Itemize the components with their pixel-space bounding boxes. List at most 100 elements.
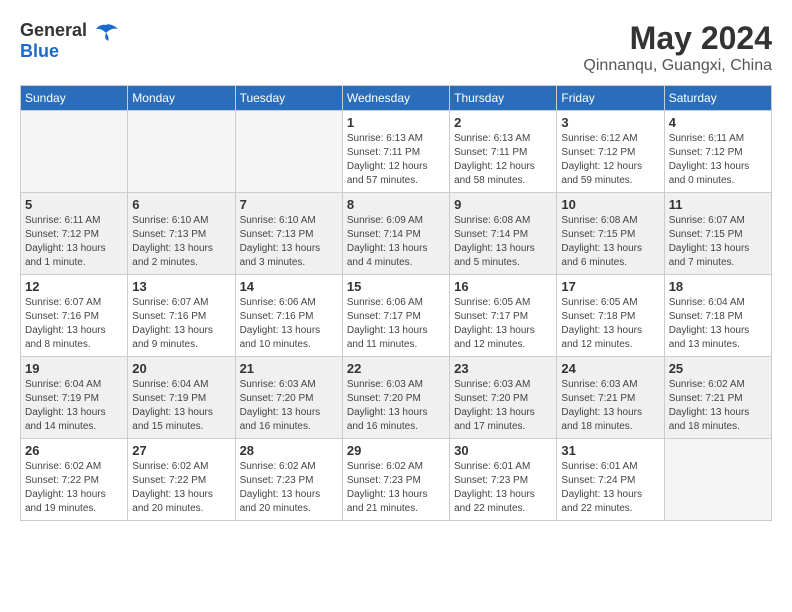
calendar-week-row: 26 Sunrise: 6:02 AM Sunset: 7:22 PM Dayli… [21,439,772,521]
table-row: 18Sunrise: 6:04 AM Sunset: 7:18 PM Dayli… [664,275,771,357]
day-info: Sunrise: 6:06 AM Sunset: 7:17 PM Dayligh… [347,296,445,352]
header-wednesday: Wednesday [342,86,449,111]
calendar-table: Sunday Monday Tuesday Wednesday Thursday… [20,85,772,521]
table-row: 30Sunrise: 6:01 AM Sunset: 7:23 PM Dayli… [450,439,557,521]
day-info: Sunrise: 6:01 AM Sunset: 7:24 PM Dayligh… [561,460,659,516]
day-info: Sunrise: 6:05 AM Sunset: 7:18 PM Dayligh… [561,296,659,352]
day-number: 7 [240,197,338,212]
day-info: Sunrise: 6:02 AM Sunset: 7:21 PM Dayligh… [669,378,767,434]
day-number: 15 [347,279,445,294]
logo-bird-icon [92,23,120,41]
table-row: 5 Sunrise: 6:11 AM Sunset: 7:12 PM Daylig… [21,193,128,275]
day-info: Sunrise: 6:10 AM Sunset: 7:13 PM Dayligh… [132,214,230,270]
day-info: Sunrise: 6:09 AM Sunset: 7:14 PM Dayligh… [347,214,445,270]
day-info: Sunrise: 6:07 AM Sunset: 7:16 PM Dayligh… [132,296,230,352]
day-info: Sunrise: 6:02 AM Sunset: 7:22 PM Dayligh… [132,460,230,516]
day-info: Sunrise: 6:08 AM Sunset: 7:15 PM Dayligh… [561,214,659,270]
month-title: May 2024 [583,20,772,57]
day-info: Sunrise: 6:02 AM Sunset: 7:22 PM Dayligh… [25,460,123,516]
table-row: 7 Sunrise: 6:10 AM Sunset: 7:13 PM Daylig… [235,193,342,275]
day-number: 12 [25,279,123,294]
day-number: 11 [669,197,767,212]
day-number: 13 [132,279,230,294]
day-number: 29 [347,443,445,458]
day-info: Sunrise: 6:10 AM Sunset: 7:13 PM Dayligh… [240,214,338,270]
table-row: 16Sunrise: 6:05 AM Sunset: 7:17 PM Dayli… [450,275,557,357]
day-info: Sunrise: 6:06 AM Sunset: 7:16 PM Dayligh… [240,296,338,352]
table-row [21,111,128,193]
header-thursday: Thursday [450,86,557,111]
table-row: 26 Sunrise: 6:02 AM Sunset: 7:22 PM Dayli… [21,439,128,521]
location: Qinnanqu, Guangxi, China [583,57,772,75]
table-row: 1 Sunrise: 6:13 AM Sunset: 7:11 PM Daylig… [342,111,449,193]
table-row: 2Sunrise: 6:13 AM Sunset: 7:11 PM Daylig… [450,111,557,193]
day-number: 22 [347,361,445,376]
day-number: 20 [132,361,230,376]
table-row: 19Sunrise: 6:04 AM Sunset: 7:19 PM Dayli… [21,357,128,439]
table-row: 17Sunrise: 6:05 AM Sunset: 7:18 PM Dayli… [557,275,664,357]
table-row: 6 Sunrise: 6:10 AM Sunset: 7:13 PM Daylig… [128,193,235,275]
table-row: 11 Sunrise: 6:07 AM Sunset: 7:15 PM Dayli… [664,193,771,275]
day-info: Sunrise: 6:02 AM Sunset: 7:23 PM Dayligh… [240,460,338,516]
day-info: Sunrise: 6:11 AM Sunset: 7:12 PM Dayligh… [25,214,123,270]
header-saturday: Saturday [664,86,771,111]
header-tuesday: Tuesday [235,86,342,111]
table-row [235,111,342,193]
calendar-week-row: 5 Sunrise: 6:11 AM Sunset: 7:12 PM Daylig… [21,193,772,275]
day-number: 21 [240,361,338,376]
day-info: Sunrise: 6:07 AM Sunset: 7:16 PM Dayligh… [25,296,123,352]
logo: General Blue [20,20,124,62]
calendar-week-row: 1 Sunrise: 6:13 AM Sunset: 7:11 PM Daylig… [21,111,772,193]
table-row: 14 Sunrise: 6:06 AM Sunset: 7:16 PM Dayli… [235,275,342,357]
day-info: Sunrise: 6:08 AM Sunset: 7:14 PM Dayligh… [454,214,552,270]
day-number: 5 [25,197,123,212]
table-row: 4Sunrise: 6:11 AM Sunset: 7:12 PM Daylig… [664,111,771,193]
table-row: 12 Sunrise: 6:07 AM Sunset: 7:16 PM Dayli… [21,275,128,357]
logo-blue-text: Blue [20,41,59,61]
logo-general-text: General [20,20,87,40]
table-row: 10 Sunrise: 6:08 AM Sunset: 7:15 PM Dayli… [557,193,664,275]
day-info: Sunrise: 6:04 AM Sunset: 7:19 PM Dayligh… [25,378,123,434]
day-number: 3 [561,115,659,130]
title-block: May 2024 Qinnanqu, Guangxi, China [583,20,772,75]
day-info: Sunrise: 6:03 AM Sunset: 7:20 PM Dayligh… [347,378,445,434]
table-row [128,111,235,193]
table-row: 29 Sunrise: 6:02 AM Sunset: 7:23 PM Dayli… [342,439,449,521]
day-number: 14 [240,279,338,294]
day-info: Sunrise: 6:01 AM Sunset: 7:23 PM Dayligh… [454,460,552,516]
day-number: 1 [347,115,445,130]
day-info: Sunrise: 6:13 AM Sunset: 7:11 PM Dayligh… [347,132,445,188]
day-info: Sunrise: 6:03 AM Sunset: 7:21 PM Dayligh… [561,378,659,434]
day-number: 26 [25,443,123,458]
table-row: 15 Sunrise: 6:06 AM Sunset: 7:17 PM Dayli… [342,275,449,357]
day-info: Sunrise: 6:05 AM Sunset: 7:17 PM Dayligh… [454,296,552,352]
table-row: 22 Sunrise: 6:03 AM Sunset: 7:20 PM Dayli… [342,357,449,439]
table-row: 9Sunrise: 6:08 AM Sunset: 7:14 PM Daylig… [450,193,557,275]
header-monday: Monday [128,86,235,111]
calendar-header-row: Sunday Monday Tuesday Wednesday Thursday… [21,86,772,111]
table-row: 24 Sunrise: 6:03 AM Sunset: 7:21 PM Dayli… [557,357,664,439]
day-info: Sunrise: 6:03 AM Sunset: 7:20 PM Dayligh… [240,378,338,434]
table-row: 31Sunrise: 6:01 AM Sunset: 7:24 PM Dayli… [557,439,664,521]
day-info: Sunrise: 6:04 AM Sunset: 7:19 PM Dayligh… [132,378,230,434]
day-number: 4 [669,115,767,130]
day-number: 6 [132,197,230,212]
day-info: Sunrise: 6:04 AM Sunset: 7:18 PM Dayligh… [669,296,767,352]
day-info: Sunrise: 6:03 AM Sunset: 7:20 PM Dayligh… [454,378,552,434]
table-row: 3 Sunrise: 6:12 AM Sunset: 7:12 PM Daylig… [557,111,664,193]
day-number: 27 [132,443,230,458]
table-row: 27 Sunrise: 6:02 AM Sunset: 7:22 PM Dayli… [128,439,235,521]
day-info: Sunrise: 6:12 AM Sunset: 7:12 PM Dayligh… [561,132,659,188]
calendar-week-row: 19Sunrise: 6:04 AM Sunset: 7:19 PM Dayli… [21,357,772,439]
table-row: 23 Sunrise: 6:03 AM Sunset: 7:20 PM Dayli… [450,357,557,439]
day-number: 28 [240,443,338,458]
day-info: Sunrise: 6:02 AM Sunset: 7:23 PM Dayligh… [347,460,445,516]
table-row: 21 Sunrise: 6:03 AM Sunset: 7:20 PM Dayli… [235,357,342,439]
day-number: 23 [454,361,552,376]
day-number: 8 [347,197,445,212]
day-info: Sunrise: 6:07 AM Sunset: 7:15 PM Dayligh… [669,214,767,270]
day-info: Sunrise: 6:13 AM Sunset: 7:11 PM Dayligh… [454,132,552,188]
day-number: 10 [561,197,659,212]
day-number: 24 [561,361,659,376]
day-number: 25 [669,361,767,376]
